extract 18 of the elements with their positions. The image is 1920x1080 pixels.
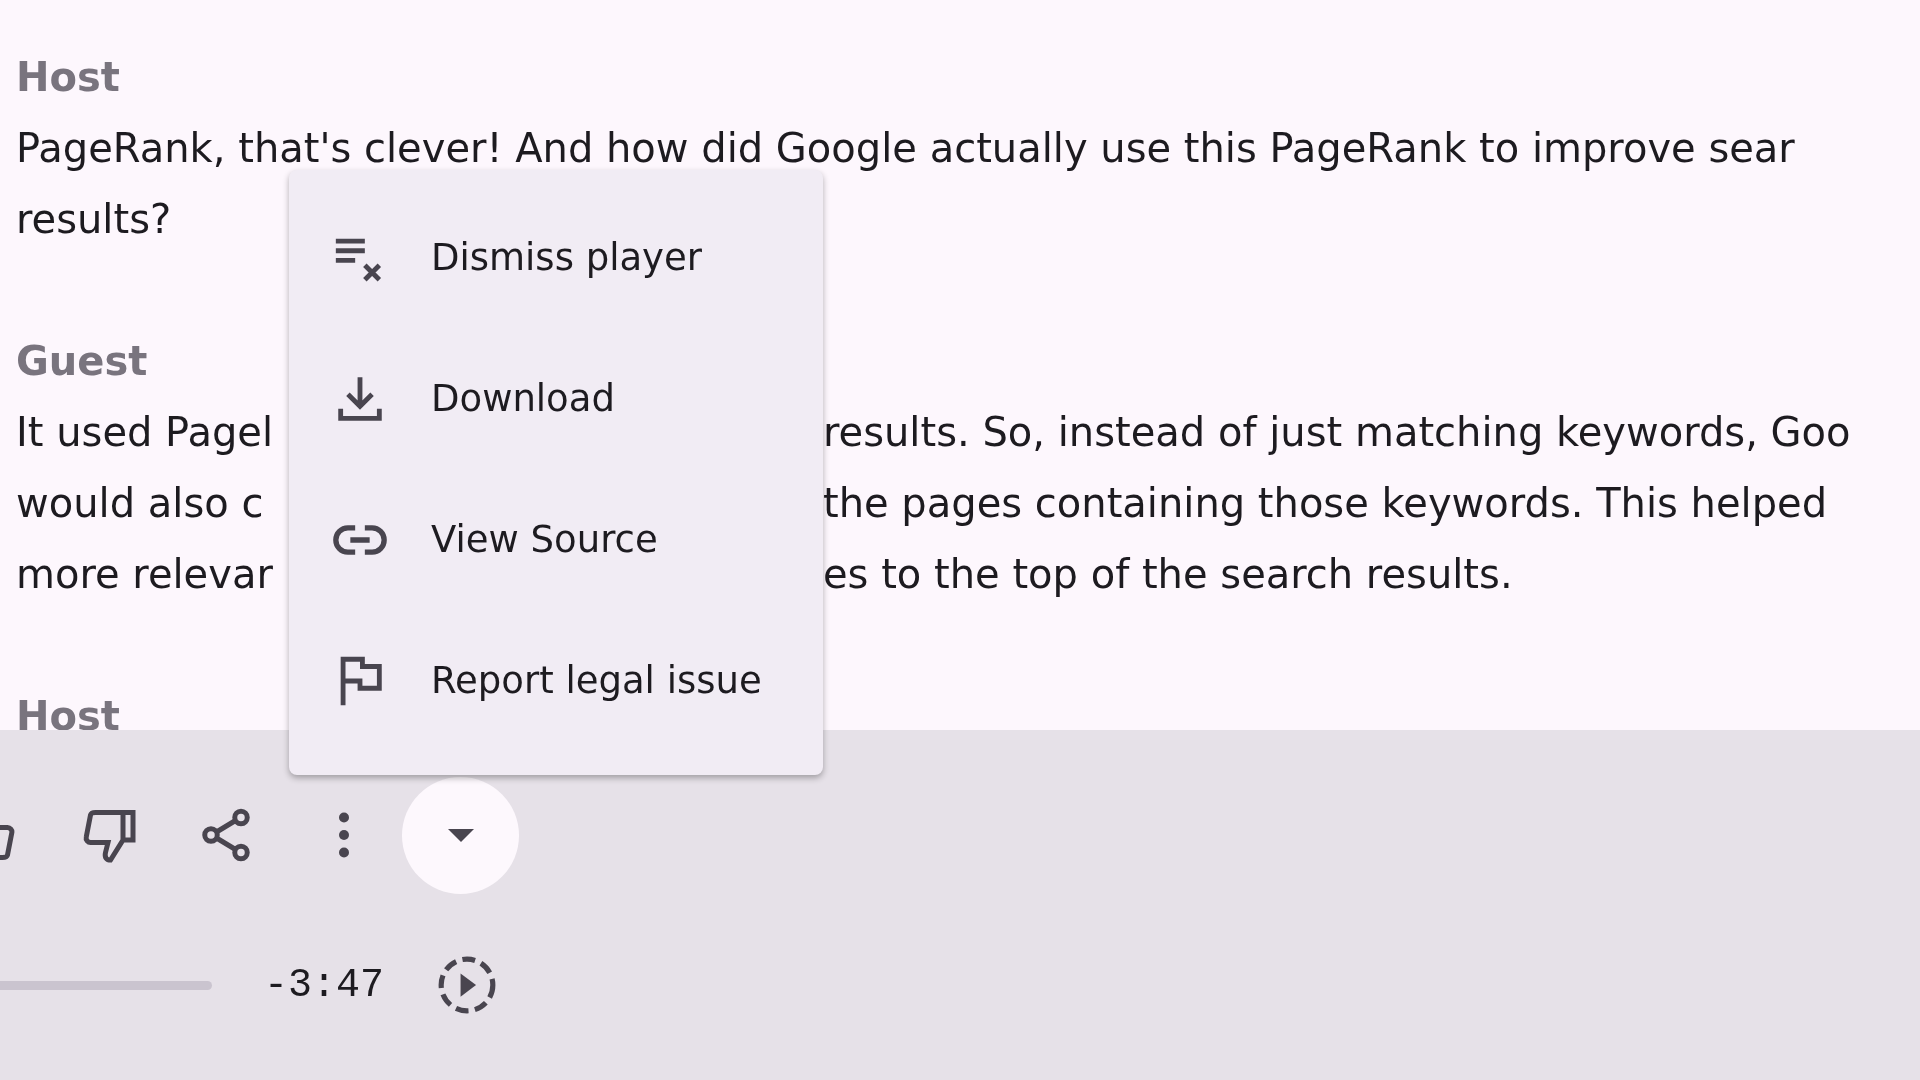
transcript-line: would also c: [16, 479, 265, 528]
menu-item[interactable]: Download: [289, 328, 823, 469]
transcript-line: results. So, instead of just matching keywords, Goo: [823, 408, 1851, 457]
menu-item[interactable]: Report legal issue: [289, 610, 823, 751]
transcript-line: PageRank, that's clever! And how did Google actually use this PageRank to improve sear: [16, 124, 1795, 173]
speaker-name: Host: [16, 54, 120, 100]
speaker-name: Guest: [16, 338, 148, 384]
speaker-name: Host: [16, 693, 120, 730]
transcript-line: results?: [16, 195, 172, 244]
transcript-line: es to the top of the search results.: [823, 550, 1513, 599]
time-remaining: -3:47: [264, 962, 385, 1008]
menu-item[interactable]: Dismiss player: [289, 187, 823, 328]
caret-icon: [447, 828, 474, 842]
transcript-line: It used Pagel: [16, 408, 275, 457]
transcript-line: the pages containing those keywords. This helped: [823, 479, 1828, 528]
menu-item[interactable]: View Source: [289, 469, 823, 610]
transcript-line: more relevar: [16, 550, 274, 599]
progress-track[interactable]: [0, 980, 212, 990]
